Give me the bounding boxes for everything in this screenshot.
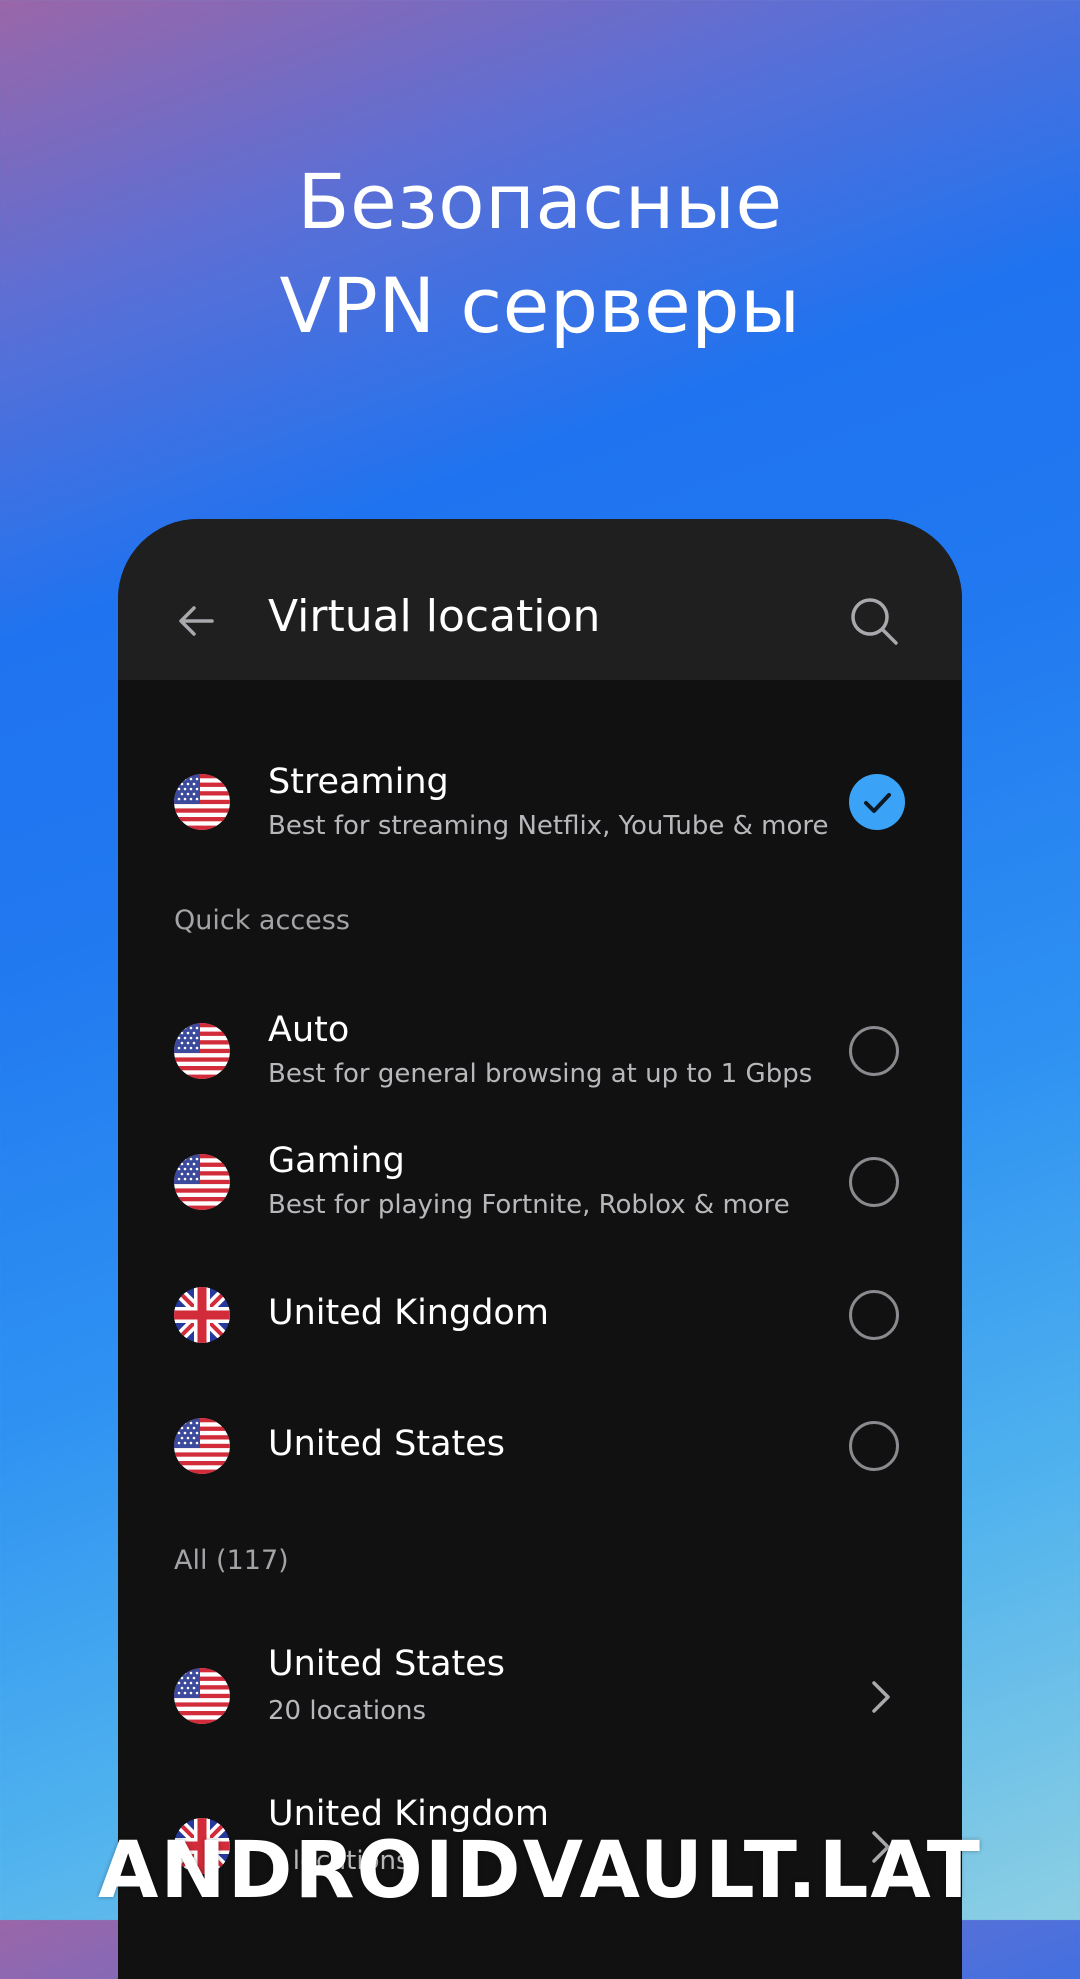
promo-line-1: Безопасные (297, 157, 783, 246)
section-label-quick-access: Quick access (174, 905, 350, 936)
chevron-right-icon (872, 1681, 890, 1713)
location-row-united-states[interactable]: United States (118, 1381, 962, 1511)
uk-flag-icon (174, 1287, 230, 1343)
us-flag-icon (174, 1418, 230, 1474)
location-title: Streaming (268, 762, 449, 802)
app-bar: Virtual location (118, 519, 962, 680)
country-row-united-states[interactable]: United States 20 locations (118, 1629, 962, 1769)
location-row-streaming[interactable]: Streaming Best for streaming Netflix, Yo… (118, 739, 962, 869)
country-location-count: 20 locations (268, 1696, 427, 1726)
location-title: Auto (268, 1010, 350, 1050)
radio-button[interactable] (849, 1026, 899, 1076)
location-subtitle: Best for streaming Netflix, YouTube & mo… (268, 811, 829, 841)
us-flag-icon (174, 1154, 230, 1210)
page-title: Virtual location (268, 591, 601, 642)
radio-button[interactable] (849, 1421, 899, 1471)
watermark-text: ANDROIDVAULT.LAT (98, 1826, 982, 1916)
promo-headline: Безопасные VPN серверы (0, 150, 1080, 358)
location-title: Gaming (268, 1141, 405, 1181)
us-flag-icon (174, 774, 230, 830)
location-row-united-kingdom[interactable]: United Kingdom (118, 1250, 962, 1380)
location-row-gaming[interactable]: Gaming Best for playing Fortnite, Roblox… (118, 1119, 962, 1249)
location-title: United States (268, 1424, 506, 1464)
location-row-auto[interactable]: Auto Best for general browsing at up to … (118, 988, 962, 1118)
radio-button[interactable] (849, 1157, 899, 1207)
radio-button[interactable] (849, 1290, 899, 1340)
location-subtitle: Best for playing Fortnite, Roblox & more (268, 1190, 790, 1220)
section-label-all: All (117) (174, 1545, 289, 1576)
check-circle-icon[interactable] (849, 774, 905, 830)
us-flag-icon (174, 1668, 230, 1724)
country-title: United States (268, 1644, 506, 1684)
search-icon[interactable] (848, 595, 900, 647)
arrow-left-icon[interactable] (172, 597, 220, 645)
promo-line-2: VPN серверы (279, 261, 801, 350)
phone-screen: Virtual location Streaming Best for stre… (118, 519, 962, 1979)
location-subtitle: Best for general browsing at up to 1 Gbp… (268, 1059, 813, 1089)
location-title: United Kingdom (268, 1293, 549, 1333)
us-flag-icon (174, 1023, 230, 1079)
